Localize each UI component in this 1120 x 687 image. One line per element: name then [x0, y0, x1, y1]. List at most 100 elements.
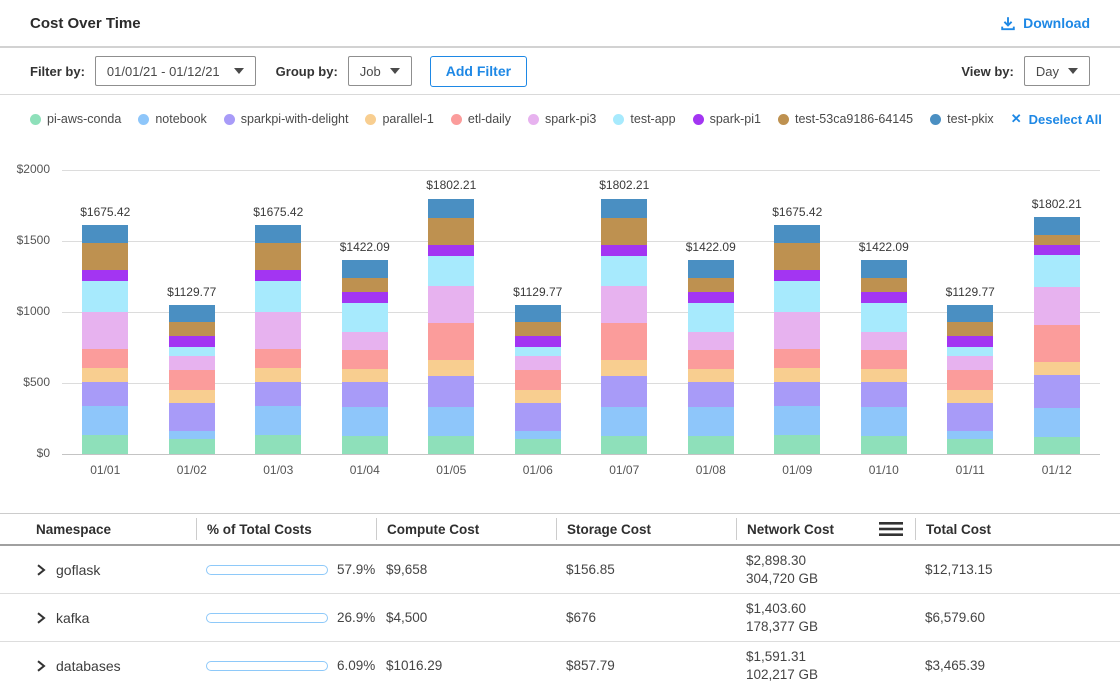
table-row-databases[interactable]: databases6.09%$1016.29$857.79$1,591.3110… — [0, 642, 1120, 687]
bar-segment-test-pkix — [82, 225, 128, 243]
table-row-kafka[interactable]: kafka26.9%$4,500$676$1,403.60178,377 GB$… — [0, 594, 1120, 642]
x-axis-tick-label: 01/06 — [495, 463, 582, 477]
expand-chevron-icon[interactable] — [36, 612, 46, 624]
col-header-compute: Compute Cost — [376, 518, 556, 540]
bar-total-label: $1675.42 — [235, 205, 322, 219]
bar-segment-test-app — [342, 303, 388, 333]
y-axis-tick-label: $2000 — [0, 162, 50, 176]
namespace-name: kafka — [56, 610, 89, 626]
bar-segment-test-app — [688, 303, 734, 333]
bar-segment-sparkpi-with-delight — [601, 376, 647, 408]
network-cost-gb: 178,377 GB — [746, 618, 915, 636]
storage-cost: $676 — [556, 610, 736, 625]
bar-segment-sparkpi-with-delight — [861, 382, 907, 407]
bar-segment-test-53ca9186-64145 — [861, 278, 907, 292]
table-row-goflask[interactable]: goflask57.9%$9,658$156.85$2,898.30304,72… — [0, 546, 1120, 594]
legend-swatch-icon — [365, 114, 376, 125]
legend-item-pi-aws-conda[interactable]: pi-aws-conda — [30, 112, 121, 126]
legend-item-spark-pi1[interactable]: spark-pi1 — [693, 112, 761, 126]
y-axis-tick-label: $1500 — [0, 233, 50, 247]
bar-segment-sparkpi-with-delight — [1034, 375, 1080, 408]
expand-chevron-icon[interactable] — [36, 660, 46, 672]
stacked-bar-01/12 — [1034, 217, 1080, 454]
bar-segment-test-pkix — [861, 260, 907, 278]
x-axis-tick-label: 01/07 — [581, 463, 668, 477]
legend-swatch-icon — [778, 114, 789, 125]
bar-segment-etl-daily — [947, 370, 993, 390]
bar-segment-pi-aws-conda — [82, 435, 128, 454]
legend-item-label: test-pkix — [947, 112, 994, 126]
add-filter-button[interactable]: Add Filter — [430, 56, 527, 87]
bar-segment-spark-pi3 — [861, 332, 907, 350]
bar-total-label: $1129.77 — [495, 285, 582, 299]
bar-segment-test-53ca9186-64145 — [169, 322, 215, 337]
view-by-value: Day — [1036, 64, 1059, 79]
bar-segment-test-app — [515, 347, 561, 355]
view-by-select[interactable]: Day — [1024, 56, 1090, 86]
bar-segment-test-pkix — [169, 305, 215, 322]
expand-chevron-icon[interactable] — [36, 564, 46, 576]
x-axis-tick-label: 01/08 — [668, 463, 755, 477]
date-range-select[interactable]: 01/01/21 - 01/12/21 — [95, 56, 256, 86]
bar-segment-pi-aws-conda — [688, 436, 734, 454]
bar-segment-parallel-1 — [1034, 362, 1080, 375]
bar-segment-etl-daily — [1034, 325, 1080, 362]
bar-segment-test-app — [861, 303, 907, 333]
bar-segment-test-pkix — [515, 305, 561, 322]
bar-segment-spark-pi3 — [601, 286, 647, 323]
bar-segment-etl-daily — [169, 370, 215, 390]
bar-segment-etl-daily — [255, 349, 301, 368]
bar-segment-spark-pi1 — [515, 336, 561, 347]
deselect-x-icon: ✕ — [1011, 111, 1022, 127]
bar-segment-sparkpi-with-delight — [82, 382, 128, 405]
bar-segment-spark-pi1 — [1034, 245, 1080, 255]
bar-segment-spark-pi3 — [1034, 287, 1080, 325]
bar-segment-test-app — [1034, 255, 1080, 287]
legend-item-sparkpi-with-delight[interactable]: sparkpi-with-delight — [224, 112, 349, 126]
legend-item-etl-daily[interactable]: etl-daily — [451, 112, 511, 126]
legend-item-spark-pi3[interactable]: spark-pi3 — [528, 112, 596, 126]
bar-segment-notebook — [255, 406, 301, 436]
bar-segment-test-app — [255, 281, 301, 312]
total-cost: $12,713.15 — [915, 562, 1100, 577]
bar-segment-test-53ca9186-64145 — [688, 278, 734, 292]
bar-segment-notebook — [774, 406, 820, 436]
legend-item-test-pkix[interactable]: test-pkix — [930, 112, 994, 126]
stacked-bar-01/06 — [515, 305, 561, 454]
chevron-down-icon — [390, 68, 400, 74]
legend-item-parallel-1[interactable]: parallel-1 — [365, 112, 433, 126]
deselect-all-button[interactable]: ✕ Deselect All — [1011, 111, 1102, 127]
legend-item-notebook[interactable]: notebook — [138, 112, 206, 126]
bar-segment-test-app — [169, 347, 215, 355]
bar-segment-sparkpi-with-delight — [342, 382, 388, 407]
network-cost: $1,403.60178,377 GB — [736, 600, 915, 636]
legend-swatch-icon — [30, 114, 41, 125]
bar-segment-pi-aws-conda — [169, 439, 215, 454]
legend-item-label: spark-pi3 — [545, 112, 596, 126]
legend-item-test-app[interactable]: test-app — [613, 112, 675, 126]
stacked-bar-01/07 — [601, 199, 647, 455]
bar-segment-pi-aws-conda — [774, 435, 820, 454]
group-by-select[interactable]: Job — [348, 56, 412, 86]
legend-swatch-icon — [930, 114, 941, 125]
storage-cost: $156.85 — [556, 562, 736, 577]
pct-progress-bar — [206, 565, 328, 575]
legend-item-label: sparkpi-with-delight — [241, 112, 349, 126]
bar-segment-test-53ca9186-64145 — [342, 278, 388, 292]
download-button[interactable]: Download — [1000, 15, 1090, 31]
bar-segment-parallel-1 — [342, 369, 388, 382]
bar-segment-notebook — [861, 407, 907, 436]
bar-segment-test-app — [947, 347, 993, 355]
col-header-total: Total Cost — [915, 518, 1100, 540]
bar-segment-test-53ca9186-64145 — [947, 322, 993, 337]
column-menu-icon[interactable] — [879, 521, 903, 537]
table-body: goflask57.9%$9,658$156.85$2,898.30304,72… — [0, 546, 1120, 687]
bar-segment-test-pkix — [688, 260, 734, 278]
bar-segment-test-53ca9186-64145 — [774, 243, 820, 270]
bar-segment-sparkpi-with-delight — [255, 382, 301, 405]
bar-segment-pi-aws-conda — [428, 436, 474, 454]
legend-item-test-53ca9186-64145[interactable]: test-53ca9186-64145 — [778, 112, 913, 126]
deselect-all-label: Deselect All — [1029, 112, 1102, 127]
bar-segment-parallel-1 — [515, 390, 561, 403]
bar-segment-pi-aws-conda — [255, 435, 301, 454]
